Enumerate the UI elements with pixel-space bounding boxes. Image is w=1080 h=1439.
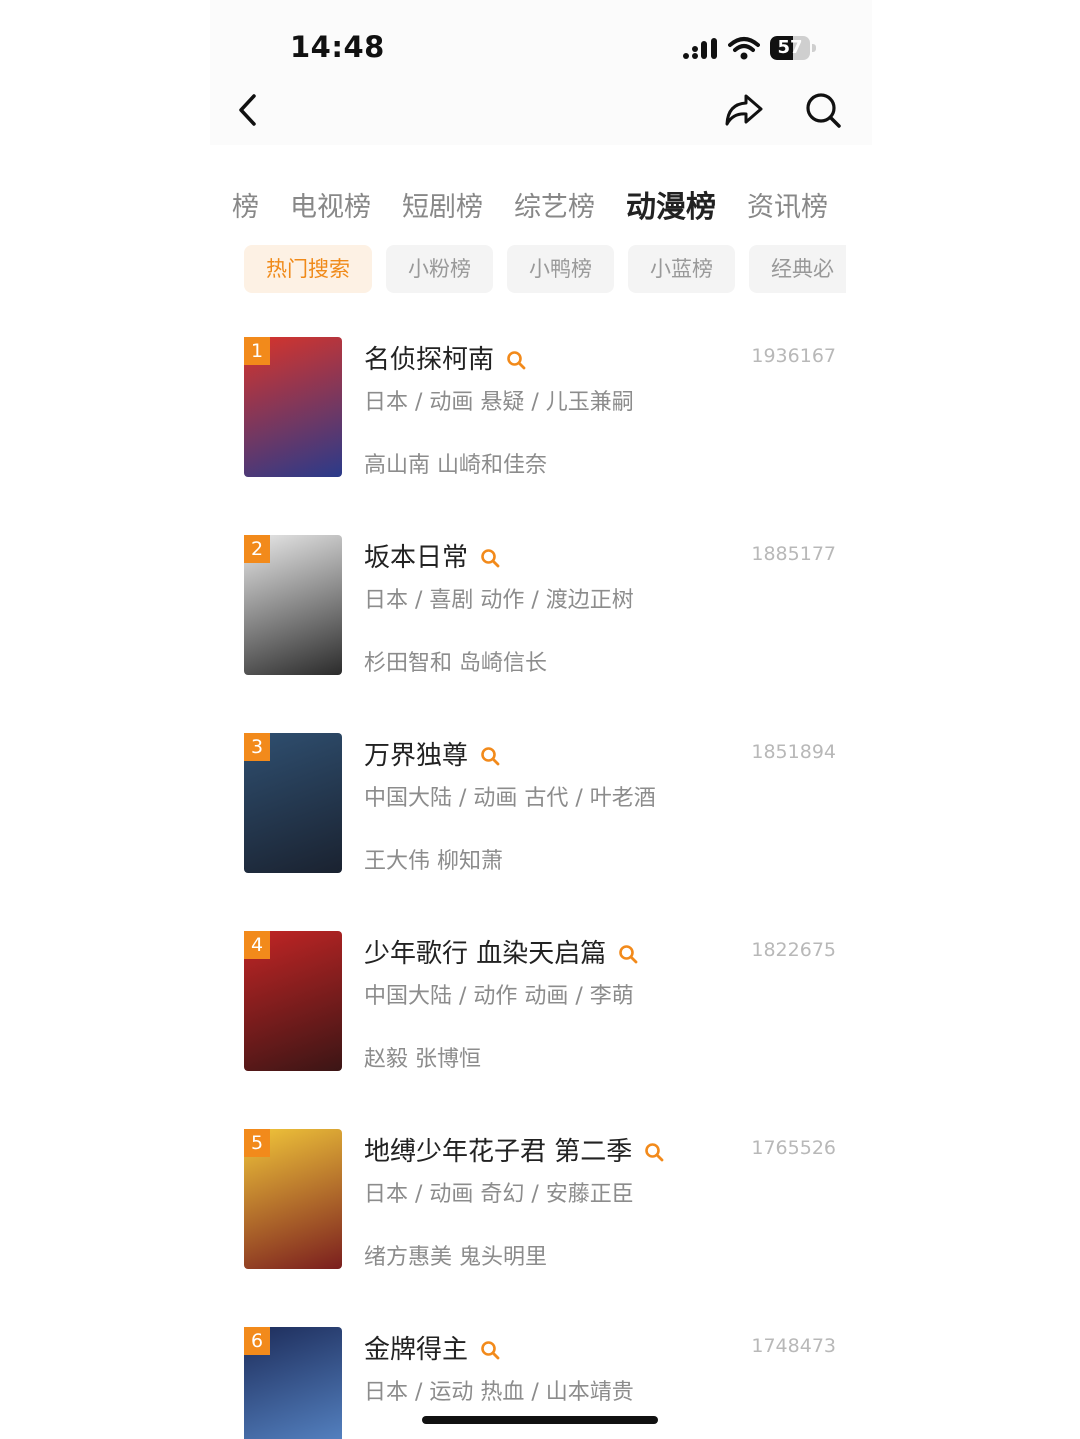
list-item[interactable]: 1 名侦探柯南 1936167 日本 / 动画 悬疑 / 儿玉兼嗣 高山南 山崎… [244, 337, 844, 478]
search-icon[interactable] [480, 746, 500, 766]
search-count: 1885177 [751, 543, 836, 565]
battery-level: 57 [777, 37, 803, 58]
wifi-icon [728, 37, 760, 60]
item-title[interactable]: 万界独尊 [364, 735, 468, 772]
share-icon[interactable] [722, 90, 766, 130]
rank-badge: 4 [244, 931, 270, 959]
chip-duck[interactable]: 小鸭榜 [507, 245, 614, 293]
item-cast: 杉田智和 岛崎信长 [364, 651, 547, 676]
item-meta: 中国大陆 / 动画 古代 / 叶老酒 [364, 786, 656, 811]
item-meta: 日本 / 动画 奇幻 / 安藤正臣 [364, 1182, 634, 1207]
item-title[interactable]: 少年歌行 血染天启篇 [364, 933, 606, 970]
back-icon[interactable] [234, 92, 262, 128]
search-icon[interactable] [480, 548, 500, 568]
item-cast: 高山南 山崎和佳奈 [364, 453, 547, 478]
rank-badge: 2 [244, 535, 270, 563]
item-meta: 日本 / 动画 悬疑 / 儿玉兼嗣 [364, 390, 634, 415]
search-icon[interactable] [803, 90, 843, 130]
ranking-tabs: 榜 电视榜 短剧榜 综艺榜 动漫榜 资讯榜 [232, 180, 846, 228]
sub-filter-chips: 热门搜索 小粉榜 小鸭榜 小蓝榜 经典必 [244, 245, 846, 295]
tab-anime[interactable]: 动漫榜 [626, 182, 716, 226]
chip-pink[interactable]: 小粉榜 [386, 245, 493, 293]
chip-blue[interactable]: 小蓝榜 [628, 245, 735, 293]
list-item[interactable]: 2 坂本日常 1885177 日本 / 喜剧 动作 / 渡边正树 杉田智和 岛崎… [244, 535, 844, 676]
chip-classic[interactable]: 经典必 [749, 245, 846, 293]
tab-ranking[interactable]: 榜 [232, 185, 259, 224]
search-icon[interactable] [506, 350, 526, 370]
item-cast: 绪方惠美 鬼头明里 [364, 1245, 547, 1270]
tab-news[interactable]: 资讯榜 [747, 185, 828, 224]
rank-badge: 5 [244, 1129, 270, 1157]
battery-icon: 57 [770, 36, 816, 62]
rank-badge: 3 [244, 733, 270, 761]
search-count: 1765526 [751, 1137, 836, 1159]
search-count: 1822675 [751, 939, 836, 961]
home-indicator [422, 1416, 658, 1424]
tab-tv[interactable]: 电视榜 [290, 185, 371, 224]
status-time: 14:48 [290, 30, 385, 64]
item-meta: 日本 / 喜剧 动作 / 渡边正树 [364, 588, 634, 613]
list-item[interactable]: 5 地缚少年花子君 第二季 1765526 日本 / 动画 奇幻 / 安藤正臣 … [244, 1129, 844, 1270]
status-bar [210, 0, 872, 145]
item-title[interactable]: 金牌得主 [364, 1329, 468, 1366]
tab-short-drama[interactable]: 短剧榜 [402, 185, 483, 224]
item-title[interactable]: 名侦探柯南 [364, 339, 494, 376]
search-icon[interactable] [618, 944, 638, 964]
search-count: 1936167 [751, 345, 836, 367]
search-count: 1748473 [751, 1335, 836, 1357]
rank-badge: 1 [244, 337, 270, 365]
search-count: 1851894 [751, 741, 836, 763]
item-meta: 日本 / 运动 热血 / 山本靖贵 [364, 1380, 634, 1405]
search-icon[interactable] [644, 1142, 664, 1162]
list-item[interactable]: 4 少年歌行 血染天启篇 1822675 中国大陆 / 动作 动画 / 李萌 赵… [244, 931, 844, 1072]
rank-badge: 6 [244, 1327, 270, 1355]
list-item[interactable]: 3 万界独尊 1851894 中国大陆 / 动画 古代 / 叶老酒 王大伟 柳知… [244, 733, 844, 874]
item-cast: 王大伟 柳知萧 [364, 849, 503, 874]
item-title[interactable]: 地缚少年花子君 第二季 [364, 1131, 632, 1168]
chip-hot-search[interactable]: 热门搜索 [244, 245, 372, 293]
search-icon[interactable] [480, 1340, 500, 1360]
cellular-signal-icon [683, 38, 717, 59]
item-meta: 中国大陆 / 动作 动画 / 李萌 [364, 984, 634, 1009]
item-title[interactable]: 坂本日常 [364, 537, 468, 574]
item-cast: 赵毅 张博恒 [364, 1047, 481, 1072]
tab-variety[interactable]: 综艺榜 [514, 185, 595, 224]
